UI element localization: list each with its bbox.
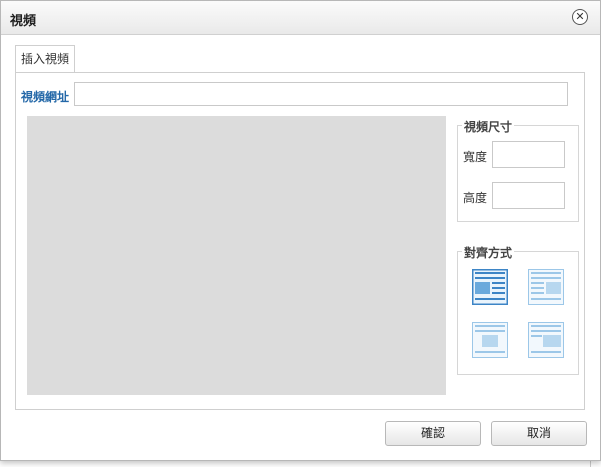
video-dialog: 視頻 ✕ 插入視頻 視頻網址 視頻尺寸 寬度 高度 對齊方式 確認 取消 — [0, 0, 601, 461]
video-url-label: 視頻網址 — [21, 90, 70, 104]
alignment-fieldset: 對齊方式 — [457, 244, 579, 375]
video-size-legend: 視頻尺寸 — [462, 118, 515, 135]
align-center-right-icon[interactable] — [528, 322, 564, 358]
height-input[interactable] — [492, 182, 565, 209]
dialog-titlebar: 視頻 ✕ — [1, 1, 600, 35]
width-input[interactable] — [492, 141, 565, 168]
alignment-legend: 對齊方式 — [462, 244, 515, 261]
background-content-strip — [0, 461, 601, 467]
close-icon[interactable]: ✕ — [572, 9, 588, 25]
tab-panel: 視頻網址 視頻尺寸 寬度 高度 對齊方式 — [15, 72, 585, 410]
align-right-icon[interactable] — [528, 269, 564, 305]
video-preview — [27, 116, 446, 395]
tab-insert-video[interactable]: 插入視頻 — [15, 45, 75, 74]
align-center-left-icon[interactable] — [472, 322, 508, 358]
video-url-input[interactable] — [74, 82, 568, 106]
cancel-button[interactable]: 取消 — [491, 421, 587, 446]
width-label: 寬度 — [463, 150, 488, 164]
video-size-fieldset: 視頻尺寸 寬度 高度 — [457, 118, 579, 222]
align-left-icon[interactable] — [472, 269, 508, 305]
dialog-title: 視頻 — [10, 14, 37, 29]
height-label: 高度 — [463, 191, 488, 205]
confirm-button[interactable]: 確認 — [385, 421, 481, 446]
